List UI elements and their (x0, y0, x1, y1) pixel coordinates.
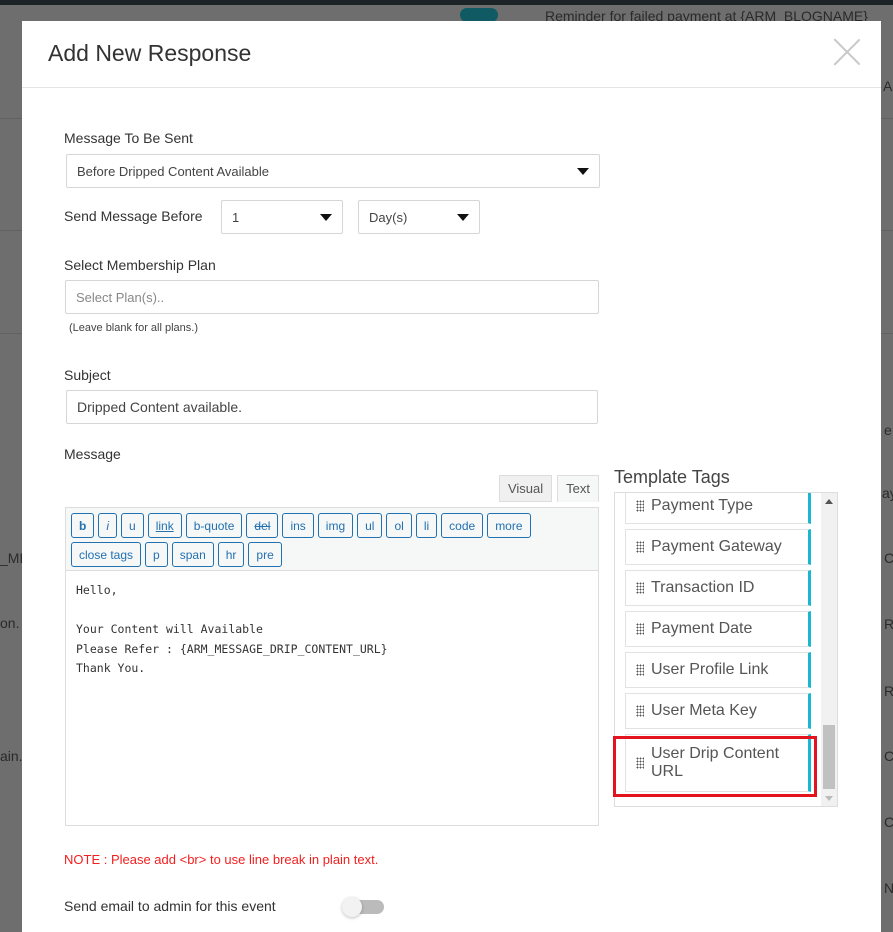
subject-value: Dripped Content available. (77, 399, 242, 415)
message-textarea[interactable]: Hello, Your Content will Available Pleas… (66, 571, 598, 689)
bg-fragment: ay (882, 485, 893, 501)
template-tag-payment-type[interactable]: Payment Type (625, 493, 811, 524)
bg-fragment: C (884, 550, 893, 566)
background-toggle (460, 8, 498, 22)
drag-handle-icon (636, 664, 644, 676)
admin-top-bar (0, 0, 893, 5)
membership-plan-input[interactable]: Select Plan(s).. (65, 280, 599, 314)
tag-label: User Meta Key (651, 702, 757, 719)
template-tag-user-meta-key[interactable]: User Meta Key (625, 693, 811, 729)
scroll-up-icon[interactable] (825, 499, 833, 504)
drag-handle-icon (636, 500, 644, 512)
subject-input[interactable]: Dripped Content available. (66, 390, 598, 424)
bg-fragment: ain. (0, 748, 23, 764)
send-before-count-value: 1 (232, 209, 240, 225)
ol-button[interactable]: ol (386, 513, 412, 538)
chevron-down-icon (577, 168, 589, 175)
scroll-down-icon[interactable] (825, 796, 833, 801)
bg-fragment: AM (883, 78, 893, 94)
del-button[interactable]: del (246, 513, 279, 538)
ins-button[interactable]: ins (282, 513, 314, 538)
img-button[interactable]: img (317, 513, 354, 538)
send-message-before-label: Send Message Before (64, 208, 203, 224)
chevron-down-icon (320, 214, 332, 221)
admin-email-toggle[interactable] (342, 897, 384, 917)
bg-fragment: R (884, 616, 893, 632)
template-tag-payment-date[interactable]: Payment Date (625, 611, 811, 647)
ul-button[interactable]: ul (357, 513, 383, 538)
tags-scrollbar[interactable] (821, 493, 837, 806)
tag-label: Transaction ID (651, 579, 755, 596)
bg-fragment: C (884, 748, 893, 764)
template-tag-transaction-id[interactable]: Transaction ID (625, 570, 811, 606)
message-label: Message (64, 446, 121, 462)
tag-label: Payment Gateway (651, 538, 782, 555)
bg-fragment: e (884, 422, 892, 438)
editor-tabs: Visual Text (498, 475, 599, 502)
line-break-note: NOTE : Please add <br> to use line break… (64, 852, 379, 867)
modal-title: Add New Response (48, 40, 252, 66)
close-icon[interactable] (833, 38, 861, 66)
tab-text[interactable]: Text (557, 475, 599, 502)
p-button[interactable]: p (145, 542, 168, 567)
plan-hint: (Leave blank for all plans.) (69, 322, 199, 334)
italic-button[interactable]: i (98, 513, 118, 538)
toggle-knob (342, 897, 362, 917)
hr-button[interactable]: hr (217, 542, 245, 567)
tag-label: User Profile Link (651, 661, 769, 678)
template-tag-user-profile-link[interactable]: User Profile Link (625, 652, 811, 688)
template-tag-payment-gateway[interactable]: Payment Gateway (625, 529, 811, 565)
bg-fragment: R (884, 683, 893, 699)
editor-toolbar: b i u link b-quote del ins img ul ol li … (66, 508, 598, 571)
message-type-value: Before Dripped Content Available (77, 163, 269, 179)
send-before-unit-value: Day(s) (369, 209, 408, 225)
drag-handle-icon (636, 541, 644, 553)
chevron-down-icon (457, 214, 469, 221)
send-before-unit-select[interactable]: Day(s) (358, 200, 480, 234)
bold-button[interactable]: b (71, 513, 95, 538)
pre-button[interactable]: pre (248, 542, 282, 567)
subject-label: Subject (64, 367, 111, 383)
template-tags-list: Payment Type Payment Gateway Transaction… (614, 492, 838, 807)
template-tag-user-drip-content-url[interactable]: User Drip Content URL (625, 734, 811, 792)
blockquote-button[interactable]: b-quote (185, 513, 243, 538)
li-button[interactable]: li (415, 513, 438, 538)
membership-plan-label: Select Membership Plan (64, 257, 216, 273)
tag-label: User Drip Content URL (651, 745, 780, 780)
underline-button[interactable]: u (121, 513, 144, 538)
send-before-count-select[interactable]: 1 (221, 200, 343, 234)
more-button[interactable]: more (487, 513, 531, 538)
tag-label: Payment Date (651, 620, 753, 637)
drag-handle-icon (636, 623, 644, 635)
bg-fragment: on. (0, 615, 20, 631)
span-button[interactable]: span (171, 542, 214, 567)
template-tags-title: Template Tags (614, 467, 730, 487)
scrollbar-thumb[interactable] (823, 725, 835, 789)
drag-handle-icon (636, 705, 644, 717)
drag-handle-icon (636, 582, 644, 594)
link-button[interactable]: link (147, 513, 182, 538)
close-tags-button[interactable]: close tags (71, 542, 142, 567)
admin-email-label: Send email to admin for this event (64, 898, 276, 914)
drag-handle-icon (636, 757, 644, 769)
tag-label: Payment Type (651, 497, 753, 514)
code-button[interactable]: code (441, 513, 484, 538)
tab-visual[interactable]: Visual (498, 475, 553, 502)
message-editor: b i u link b-quote del ins img ul ol li … (65, 507, 599, 826)
message-type-select[interactable]: Before Dripped Content Available (66, 154, 600, 188)
add-response-modal: Add New Response Message To Be Sent Befo… (22, 21, 881, 932)
bg-fragment: C (884, 814, 893, 830)
bg-fragment: N (884, 880, 893, 896)
plan-placeholder: Select Plan(s).. (76, 289, 165, 305)
message-to-be-sent-label: Message To Be Sent (64, 130, 193, 146)
modal-header: Add New Response (22, 21, 881, 88)
